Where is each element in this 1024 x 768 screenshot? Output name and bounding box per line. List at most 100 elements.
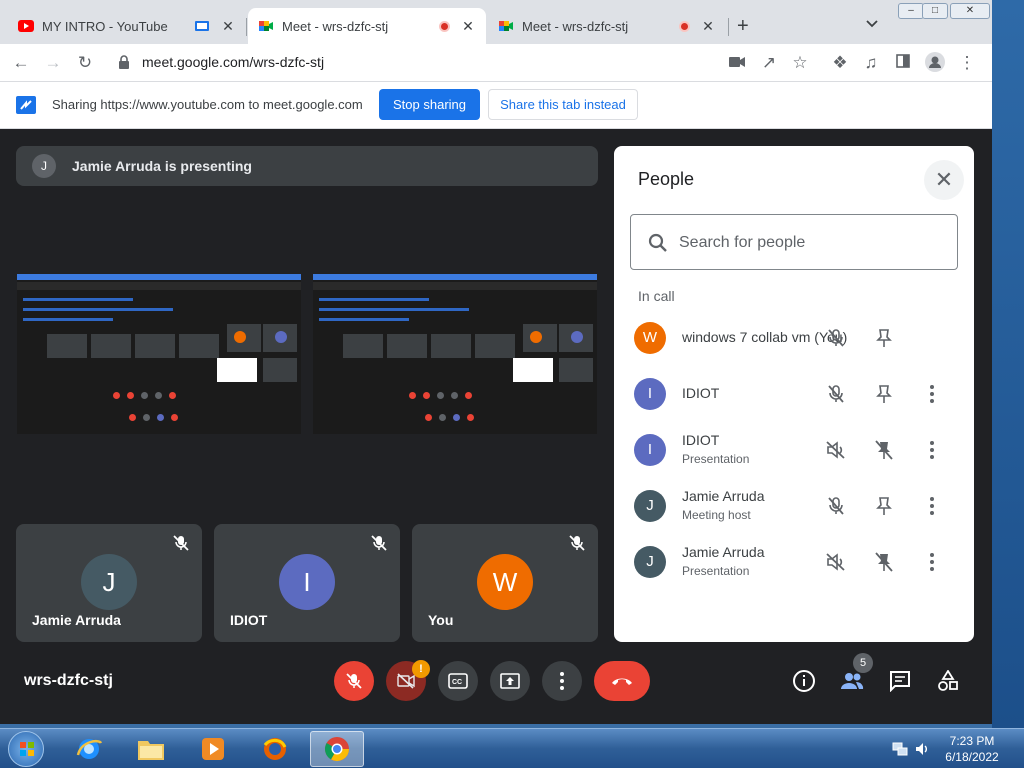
pin-button[interactable] bbox=[872, 382, 896, 406]
captions-button[interactable]: CC bbox=[438, 661, 478, 701]
participant-role: Presentation bbox=[682, 564, 750, 578]
tab-close-button[interactable]: ✕ bbox=[460, 18, 476, 35]
more-vert-icon[interactable]: ⋮ bbox=[956, 52, 978, 74]
participant-row[interactable]: I IDIOT Presentation bbox=[614, 422, 974, 478]
more-actions-button[interactable] bbox=[920, 438, 944, 462]
reload-icon[interactable]: ↻ bbox=[74, 52, 96, 74]
mute-button[interactable] bbox=[824, 326, 848, 350]
extensions-puzzle-icon[interactable]: ❖ bbox=[829, 52, 851, 74]
participant-name: Jamie Arruda bbox=[32, 612, 121, 628]
maximize-button[interactable]: □ bbox=[922, 3, 948, 19]
tab-close-button[interactable]: ✕ bbox=[700, 18, 716, 35]
mute-button[interactable] bbox=[824, 494, 848, 518]
presentation-screen[interactable] bbox=[313, 274, 597, 434]
camera-in-use-icon[interactable] bbox=[726, 52, 748, 74]
participant-row[interactable]: I IDIOT bbox=[614, 366, 974, 422]
tab-strip: MY INTRO - YouTube ✕ Meet - wrs-dzfc-stj… bbox=[0, 0, 992, 44]
file-explorer-taskbar-button[interactable] bbox=[124, 731, 178, 767]
more-actions-button[interactable] bbox=[920, 494, 944, 518]
warning-badge[interactable]: ! bbox=[412, 660, 430, 678]
meet-main: J Jamie Arruda is presenting J Jamie Arr… bbox=[0, 130, 990, 724]
start-button[interactable] bbox=[8, 731, 44, 767]
participant-row[interactable]: Wwindows 7 collab vm (You) bbox=[614, 310, 974, 366]
pin-icon bbox=[875, 328, 893, 348]
address-bar[interactable]: meet.google.com/wrs-dzfc-stj bbox=[142, 54, 324, 70]
media-control-icon[interactable]: ♫ bbox=[860, 52, 882, 74]
avatar: W bbox=[477, 554, 533, 610]
more-actions-button[interactable] bbox=[920, 382, 944, 406]
presenting-text: Jamie Arruda is presenting bbox=[72, 158, 252, 174]
more-options-button[interactable] bbox=[542, 661, 582, 701]
tab-title: MY INTRO - YouTube bbox=[42, 18, 168, 34]
side-panel-icon[interactable] bbox=[892, 52, 914, 74]
search-people-input[interactable]: Search for people bbox=[630, 214, 958, 270]
chrome-taskbar-button[interactable] bbox=[310, 731, 364, 767]
system-clock[interactable]: 7:23 PM 6/18/2022 bbox=[940, 733, 1004, 765]
media-player-taskbar-button[interactable] bbox=[186, 731, 240, 767]
browser-toolbar: ← → ↻ meet.google.com/wrs-dzfc-stj ↗ ☆ ❖… bbox=[0, 44, 992, 82]
mic-off-icon bbox=[568, 534, 586, 552]
tab-title: Meet - wrs-dzfc-stj bbox=[522, 18, 629, 34]
bookmark-star-icon[interactable]: ☆ bbox=[789, 52, 811, 74]
avatar: J bbox=[81, 554, 137, 610]
mic-off-icon bbox=[346, 673, 362, 689]
mute-audio-button[interactable] bbox=[824, 550, 848, 574]
mic-off-icon bbox=[826, 384, 846, 404]
network-icon[interactable] bbox=[892, 741, 908, 757]
pin-button[interactable] bbox=[872, 326, 896, 350]
present-now-button[interactable] bbox=[490, 661, 530, 701]
tab-search-chevron-icon[interactable] bbox=[866, 17, 878, 31]
participant-role: Presentation bbox=[682, 452, 750, 466]
mic-toggle-button[interactable] bbox=[334, 661, 374, 701]
firefox-taskbar-button[interactable] bbox=[248, 731, 302, 767]
participant-name: IDIOT bbox=[230, 612, 268, 628]
share-icon[interactable]: ↗ bbox=[758, 52, 780, 74]
unpin-button[interactable] bbox=[872, 438, 896, 462]
activities-button[interactable] bbox=[935, 668, 961, 694]
tab-close-button[interactable]: ✕ bbox=[220, 18, 236, 35]
meeting-details-button[interactable] bbox=[791, 668, 817, 694]
participant-tile[interactable]: W You bbox=[412, 524, 598, 642]
participant-tile[interactable]: I IDIOT bbox=[214, 524, 400, 642]
internet-explorer-taskbar-button[interactable] bbox=[62, 731, 116, 767]
more-vert-icon bbox=[930, 441, 934, 459]
presenting-banner: J Jamie Arruda is presenting bbox=[16, 146, 598, 186]
close-panel-button[interactable]: ✕ bbox=[924, 160, 964, 200]
meeting-code: wrs-dzfc-stj bbox=[24, 672, 113, 689]
participant-name: IDIOT bbox=[682, 432, 720, 448]
tab-youtube[interactable]: MY INTRO - YouTube ✕ bbox=[8, 8, 246, 44]
tab-meet-active[interactable]: Meet - wrs-dzfc-stj ✕ bbox=[248, 8, 486, 44]
participant-name: Jamie Arruda bbox=[682, 544, 765, 560]
lock-icon[interactable] bbox=[118, 55, 130, 69]
forward-arrow-icon[interactable]: → bbox=[42, 52, 64, 74]
stop-sharing-button[interactable]: Stop sharing bbox=[379, 89, 480, 120]
new-tab-button[interactable]: + bbox=[737, 16, 749, 36]
in-call-heading: In call bbox=[638, 288, 675, 304]
participant-tile[interactable]: J Jamie Arruda bbox=[16, 524, 202, 642]
back-arrow-icon[interactable]: ← bbox=[10, 52, 32, 74]
chrome-icon bbox=[324, 737, 349, 762]
presentation-screen[interactable] bbox=[17, 274, 301, 434]
volume-off-icon bbox=[826, 440, 846, 460]
tab-meet[interactable]: Meet - wrs-dzfc-stj ✕ bbox=[488, 8, 726, 44]
leave-call-button[interactable] bbox=[594, 661, 650, 701]
pin-button[interactable] bbox=[872, 494, 896, 518]
search-icon bbox=[647, 232, 669, 254]
avatar: I bbox=[634, 434, 666, 466]
mic-off-icon bbox=[172, 534, 190, 552]
more-vert-icon bbox=[560, 672, 564, 690]
mute-button[interactable] bbox=[824, 382, 848, 406]
unpin-button[interactable] bbox=[872, 550, 896, 574]
presenter-avatar: J bbox=[32, 154, 56, 178]
minimize-button[interactable]: – bbox=[898, 3, 924, 19]
more-actions-button[interactable] bbox=[920, 550, 944, 574]
participant-row[interactable]: J Jamie Arruda Presentation bbox=[614, 534, 974, 590]
share-this-tab-button[interactable]: Share this tab instead bbox=[488, 89, 638, 120]
profile-avatar-icon[interactable] bbox=[924, 52, 946, 74]
participant-row[interactable]: J Jamie Arruda Meeting host bbox=[614, 478, 974, 534]
camera-off-icon bbox=[397, 673, 415, 689]
mute-audio-button[interactable] bbox=[824, 438, 848, 462]
volume-icon[interactable] bbox=[914, 741, 930, 757]
window-close-button[interactable]: ✕ bbox=[950, 3, 990, 19]
chat-button[interactable] bbox=[887, 668, 913, 694]
